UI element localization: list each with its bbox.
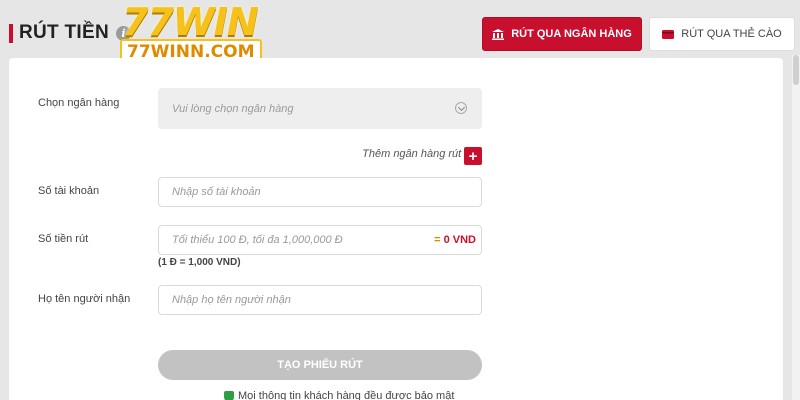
header-bar: RÚT TIỀN i 77WIN 77WINN.COM RÚT QUA NGÂN…: [0, 0, 800, 65]
title-accent-bar: [9, 23, 13, 43]
amount-input[interactable]: Tối thiểu 100 Đ, tối đa 1,000,000 Đ = 0 …: [158, 225, 482, 255]
page-title-group: RÚT TIỀN i: [9, 22, 132, 44]
converted-amount: = 0 VND: [434, 234, 476, 246]
page-title: RÚT TIỀN: [19, 22, 110, 43]
recipient-name-input[interactable]: Nhập họ tên người nhận: [158, 285, 482, 315]
tab-withdraw-bank[interactable]: RÚT QUA NGÂN HÀNG: [482, 17, 642, 51]
chevron-down-icon: [455, 102, 467, 114]
tab-withdraw-card-label: RÚT QUA THẺ CÀO: [681, 28, 782, 40]
card-icon: [662, 29, 675, 39]
bank-label: Chọn ngân hàng: [38, 97, 120, 109]
bank-select-placeholder: Vui lòng chọn ngân hàng: [172, 102, 294, 115]
account-number-placeholder: Nhập số tài khoản: [172, 186, 261, 198]
amount-label: Số tiền rút: [38, 233, 89, 245]
security-note: Mọi thông tin khách hàng đều được bảo mậ…: [224, 390, 454, 400]
amount-placeholder: Tối thiểu 100 Đ, tối đa 1,000,000 Đ: [172, 234, 343, 246]
converted-amount-prefix: =: [434, 234, 444, 246]
shield-icon: [224, 390, 234, 400]
account-number-input[interactable]: Nhập số tài khoản: [158, 177, 482, 207]
recipient-name-placeholder: Nhập họ tên người nhận: [172, 294, 291, 306]
bank-select[interactable]: Vui lòng chọn ngân hàng: [158, 88, 482, 129]
create-withdrawal-button[interactable]: TẠO PHIẾU RÚT: [158, 350, 482, 380]
exchange-rate-note: (1 Đ = 1,000 VND): [158, 257, 241, 268]
security-note-text: Mọi thông tin khách hàng đều được bảo mậ…: [238, 390, 455, 400]
bank-icon: [492, 28, 505, 40]
logo-wordmark: 77WIN: [122, 0, 259, 44]
account-number-label: Số tài khoản: [38, 185, 100, 197]
scrollbar[interactable]: [792, 55, 800, 400]
converted-amount-value: 0 VND: [443, 234, 476, 246]
scrollbar-thumb[interactable]: [793, 55, 799, 85]
add-bank-button[interactable]: +: [464, 147, 482, 165]
recipient-name-label: Họ tên người nhận: [38, 293, 131, 305]
tab-withdraw-bank-label: RÚT QUA NGÂN HÀNG: [511, 28, 632, 40]
tab-withdraw-card[interactable]: RÚT QUA THẺ CÀO: [649, 17, 795, 51]
